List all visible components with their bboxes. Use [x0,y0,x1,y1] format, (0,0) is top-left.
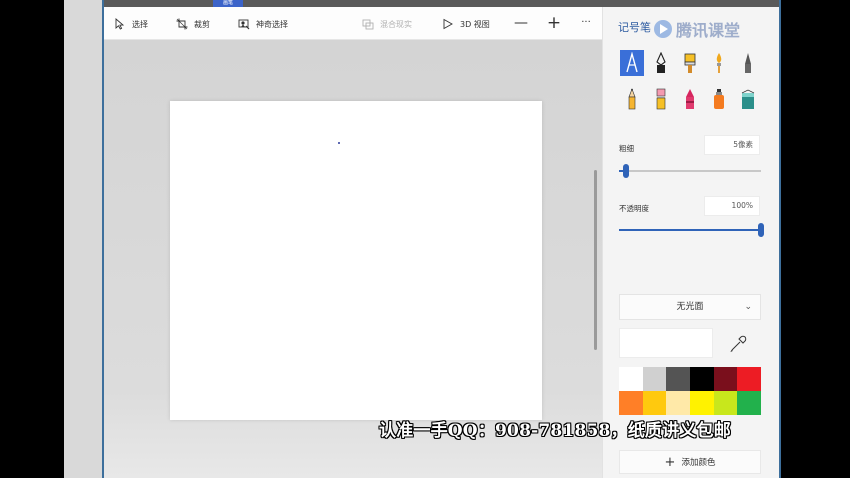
color-swatch[interactable] [642,391,667,415]
magic-select-button[interactable]: 神奇选择 [238,16,288,32]
opacity-slider-fill [619,229,761,231]
plus-icon: + [664,454,676,470]
active-tab[interactable]: 画笔 [213,0,243,7]
opacity-slider-track[interactable] [619,229,761,231]
brush-panel: 记号笔 腾讯课堂 粗细 5像素 不透明度 100% 无光面 ⌄ + 添加颜色 [602,7,779,478]
finish-value: 无光面 [676,302,704,312]
color-swatch[interactable] [666,391,690,415]
more-button[interactable]: ··· [578,15,594,31]
opacity-label: 不透明度 [619,204,649,213]
add-color-label: 添加颜色 [681,458,716,468]
title-strip: 画笔 [104,0,779,7]
crop-button[interactable]: 裁剪 [176,16,210,32]
ink-dot [338,142,340,144]
color-swatch[interactable] [689,367,714,391]
mixed-reality-button[interactable]: 混合现实 [362,16,412,32]
add-color-button[interactable]: + 添加颜色 [619,450,761,474]
select-button[interactable]: 选择 [114,16,148,32]
crayon-icon[interactable] [678,86,702,112]
thickness-value-field[interactable]: 5像素 [704,135,760,155]
pencil-icon[interactable] [620,86,644,112]
vertical-scrollbar[interactable] [594,170,597,350]
watermark: 腾讯课堂 [653,17,740,41]
toolbar: 选择 裁剪 神奇选择 混合现实 3D 视图 — + ··· [104,7,602,40]
calligraphy-pen-icon[interactable] [649,50,673,76]
color-palette [619,367,761,415]
magic-select-icon [238,19,250,30]
color-swatch[interactable] [619,391,643,415]
opacity-value-field[interactable]: 100% [704,196,760,216]
crop-label: 裁剪 [194,19,210,29]
watermark-logo-icon [654,20,672,38]
select-label: 选择 [132,19,148,29]
watermark-text: 腾讯课堂 [676,21,741,40]
video-subtitle-overlay: 认准一手QQ：908-781858，纸质讲义包邮 [379,421,731,441]
video-frame: 画笔 选择 裁剪 神奇选择 混合现实 3D 视图 — + ··· 记号笔 腾讯课… [0,0,850,478]
spray-can-icon[interactable] [707,86,731,112]
oil-brush-icon[interactable] [678,50,702,76]
watercolor-brush-icon[interactable] [707,50,731,76]
fill-bucket-icon[interactable] [736,86,760,112]
color-swatch[interactable] [713,367,738,391]
thickness-slider-thumb[interactable] [623,164,630,178]
mixed-reality-label: 混合现实 [380,19,412,29]
cursor-icon [115,18,125,30]
marker-icon[interactable] [620,50,644,76]
color-swatch[interactable] [619,367,643,391]
color-swatch[interactable] [689,391,714,415]
eyedropper-icon[interactable] [728,334,748,354]
thickness-label: 粗细 [619,144,634,153]
view3d-label: 3D 视图 [460,19,490,29]
color-swatch[interactable] [666,367,690,391]
mixed-reality-icon [362,19,374,30]
color-swatch[interactable] [737,391,761,415]
crop-icon [176,18,188,30]
view3d-button[interactable]: 3D 视图 [442,16,490,32]
zoom-in-button[interactable]: + [546,15,562,32]
view3d-icon [443,18,453,30]
magic-select-label: 神奇选择 [256,19,288,29]
finish-dropdown[interactable]: 无光面 ⌄ [619,294,761,320]
panel-title: 记号笔 [618,21,651,34]
pixel-pen-icon[interactable] [736,50,760,76]
current-color-swatch[interactable] [619,328,713,358]
color-swatch[interactable] [713,391,738,415]
thickness-slider-track[interactable] [619,170,761,172]
window-border-right [779,0,781,478]
zoom-out-button[interactable]: — [513,15,529,31]
chevron-down-icon: ⌄ [744,302,752,312]
color-swatch[interactable] [737,367,761,391]
color-swatch[interactable] [642,367,667,391]
eraser-icon[interactable] [649,86,673,112]
drawing-canvas[interactable] [170,101,542,420]
opacity-slider-thumb[interactable] [758,223,764,237]
